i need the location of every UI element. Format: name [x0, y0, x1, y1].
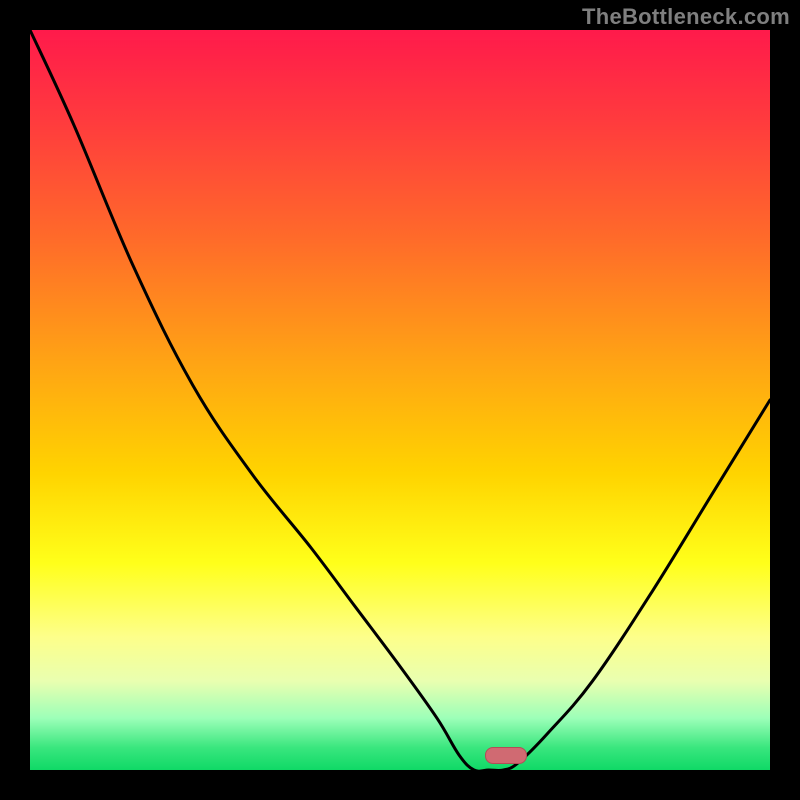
watermark-text: TheBottleneck.com	[582, 4, 790, 30]
bottleneck-curve	[30, 30, 770, 770]
chart-frame: TheBottleneck.com	[0, 0, 800, 800]
chart-plot-area	[30, 30, 770, 770]
optimal-marker	[485, 747, 527, 764]
